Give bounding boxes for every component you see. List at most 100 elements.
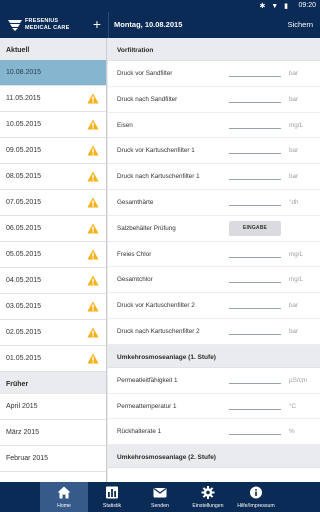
form-field-row: Druck vor Kartuschenfilter 1 bar <box>108 138 320 165</box>
logo-text: FRESENIUS MEDICAL CARE <box>25 18 69 31</box>
date-list-item[interactable]: 10.08.2015 <box>0 60 106 86</box>
nav-item-senden[interactable]: Senden <box>136 482 184 512</box>
nav-label: Senden <box>151 503 169 509</box>
value-input[interactable] <box>229 333 281 335</box>
value-input[interactable] <box>229 127 281 129</box>
unit-label: bar <box>289 302 299 310</box>
gear-icon <box>201 486 215 499</box>
form-field-row: Permeatleitfähigkeit 1 µS/cm <box>108 367 320 394</box>
date-list-item[interactable]: 06.05.2015 <box>0 216 106 242</box>
date-list-item[interactable]: 11.05.2015 <box>0 86 106 112</box>
earlier-heading: Früher <box>0 372 106 394</box>
date-label: 11.05.2015 <box>6 95 41 102</box>
warning-icon <box>87 327 99 338</box>
field-label: Druck nach Kartuschenfilter 2 <box>117 327 200 335</box>
unit-label: bar <box>289 173 299 181</box>
status-bar: ✱ ▼ ▮ 09:20 <box>0 0 320 12</box>
statistics-icon <box>105 486 119 499</box>
nav-item-hilfe-impressum[interactable]: Hilfe/Impressum <box>232 482 280 512</box>
add-entry-button[interactable]: + <box>90 15 104 33</box>
mail-icon <box>153 486 167 499</box>
entry-button[interactable]: EINGABE <box>229 220 281 236</box>
field-label: Eisen <box>117 121 133 129</box>
month-list-item[interactable]: März 2015 <box>0 420 106 446</box>
date-list-item[interactable]: 08.05.2015 <box>0 164 106 190</box>
section-header: Umkehrosmoseanlage (2. Stufe) <box>108 445 320 469</box>
value-input[interactable] <box>229 382 281 384</box>
selected-date-title: Montag, 10.08.2015 <box>114 20 183 29</box>
date-list-item[interactable]: 10.05.2015 <box>0 112 106 138</box>
fresenius-logo: FRESENIUS MEDICAL CARE <box>8 17 78 33</box>
date-label: 05.05.2015 <box>6 251 42 258</box>
warning-icon <box>87 171 99 182</box>
field-label: Salzbehälter Prüfung <box>117 224 176 232</box>
warning-icon <box>87 145 99 156</box>
warning-icon <box>87 197 99 208</box>
form-field-row: Druck nach Sandfilter bar <box>108 86 320 113</box>
section-header: Umkehrosmoseanlage (1. Stufe) <box>108 344 320 368</box>
warning-icon <box>87 249 99 260</box>
measurement-form: Vorfiltration Druck vor Sandfilter bar Druc… <box>108 38 320 482</box>
nav-label: Hilfe/Impressum <box>237 503 275 509</box>
date-list-item[interactable]: 07.05.2015 <box>0 190 106 216</box>
value-input[interactable] <box>229 308 281 310</box>
date-sidebar[interactable]: Aktuell 10.08.2015 11.05.2015 10.05.2015 09… <box>0 38 107 482</box>
date-label: 10.05.2015 <box>6 121 42 128</box>
date-list-item[interactable]: 02.05.2015 <box>0 320 106 346</box>
value-input[interactable] <box>229 153 281 155</box>
form-field-row: Freies Chlor mg/L <box>108 241 320 268</box>
save-button[interactable]: Sichern <box>288 20 313 29</box>
date-list-item[interactable]: 04.05.2015 <box>0 268 106 294</box>
value-input[interactable] <box>229 282 281 284</box>
value-input[interactable] <box>229 204 281 206</box>
value-input[interactable] <box>229 408 281 410</box>
unit-label: °C <box>289 402 297 410</box>
header-divider <box>108 12 109 38</box>
month-list: April 2015 März 2015 Februar 2015 <box>0 394 106 472</box>
date-label: 06.05.2015 <box>6 225 42 232</box>
nav-item-einstellungen[interactable]: Einstellungen <box>184 482 232 512</box>
nav-item-home[interactable]: Home <box>40 482 88 512</box>
status-icons: ✱ ▼ ▮ <box>259 3 290 10</box>
date-label: 10.08.2015 <box>6 69 42 76</box>
form-field-row: Permeattemperatur 1 °C <box>108 393 320 420</box>
value-input[interactable] <box>229 434 281 436</box>
bottom-navigation: Home Statistik Senden Einstellungen Hilfe/Im… <box>0 482 320 512</box>
form-field-row: Gesamthärte °dh <box>108 189 320 216</box>
form-field-row: Druck vor Kartuschenfilter 2 bar <box>108 293 320 319</box>
warning-icon <box>87 353 99 364</box>
date-list-item[interactable]: 01.05.2015 <box>0 346 106 372</box>
date-label: 01.05.2015 <box>6 355 42 362</box>
unit-label: bar <box>289 70 299 77</box>
warning-icon <box>87 119 99 130</box>
field-label: Rückhalterate 1 <box>117 428 162 436</box>
month-list-item[interactable]: Februar 2015 <box>0 446 106 472</box>
nav-item-statistik[interactable]: Statistik <box>88 482 136 512</box>
form-field-row: Druck nach Kartuschenfilter 1 bar <box>108 164 320 190</box>
current-heading: Aktuell <box>0 38 106 60</box>
unit-label: mg/L <box>289 250 303 258</box>
date-label: 08.05.2015 <box>6 173 42 180</box>
unit-label: mg/L <box>289 121 303 129</box>
value-input[interactable] <box>229 179 281 181</box>
warning-icon <box>87 301 99 312</box>
date-list-item[interactable]: 05.05.2015 <box>0 242 106 268</box>
app-header: FRESENIUS MEDICAL CARE + Montag, 10.08.2… <box>0 12 320 38</box>
date-list-item[interactable]: 03.05.2015 <box>0 294 106 320</box>
field-label: Gesamthärte <box>117 198 154 206</box>
field-label: Druck nach Kartuschenfilter 1 <box>117 173 200 181</box>
info-icon <box>249 486 263 499</box>
value-input[interactable] <box>229 76 281 77</box>
unit-label: µS/cm <box>289 376 307 384</box>
date-list-item[interactable]: 09.05.2015 <box>0 138 106 164</box>
value-input[interactable] <box>229 256 281 258</box>
field-label: Permeatleitfähigkeit 1 <box>117 376 178 384</box>
logo-mark-icon <box>8 20 22 31</box>
date-label: 07.05.2015 <box>6 199 42 206</box>
warning-icon <box>87 93 99 104</box>
month-list-item[interactable]: April 2015 <box>0 394 106 420</box>
field-label: Gesamtchlor <box>117 276 153 284</box>
nav-label: Einstellungen <box>192 503 224 509</box>
value-input[interactable] <box>229 101 281 103</box>
warning-icon <box>87 223 99 234</box>
